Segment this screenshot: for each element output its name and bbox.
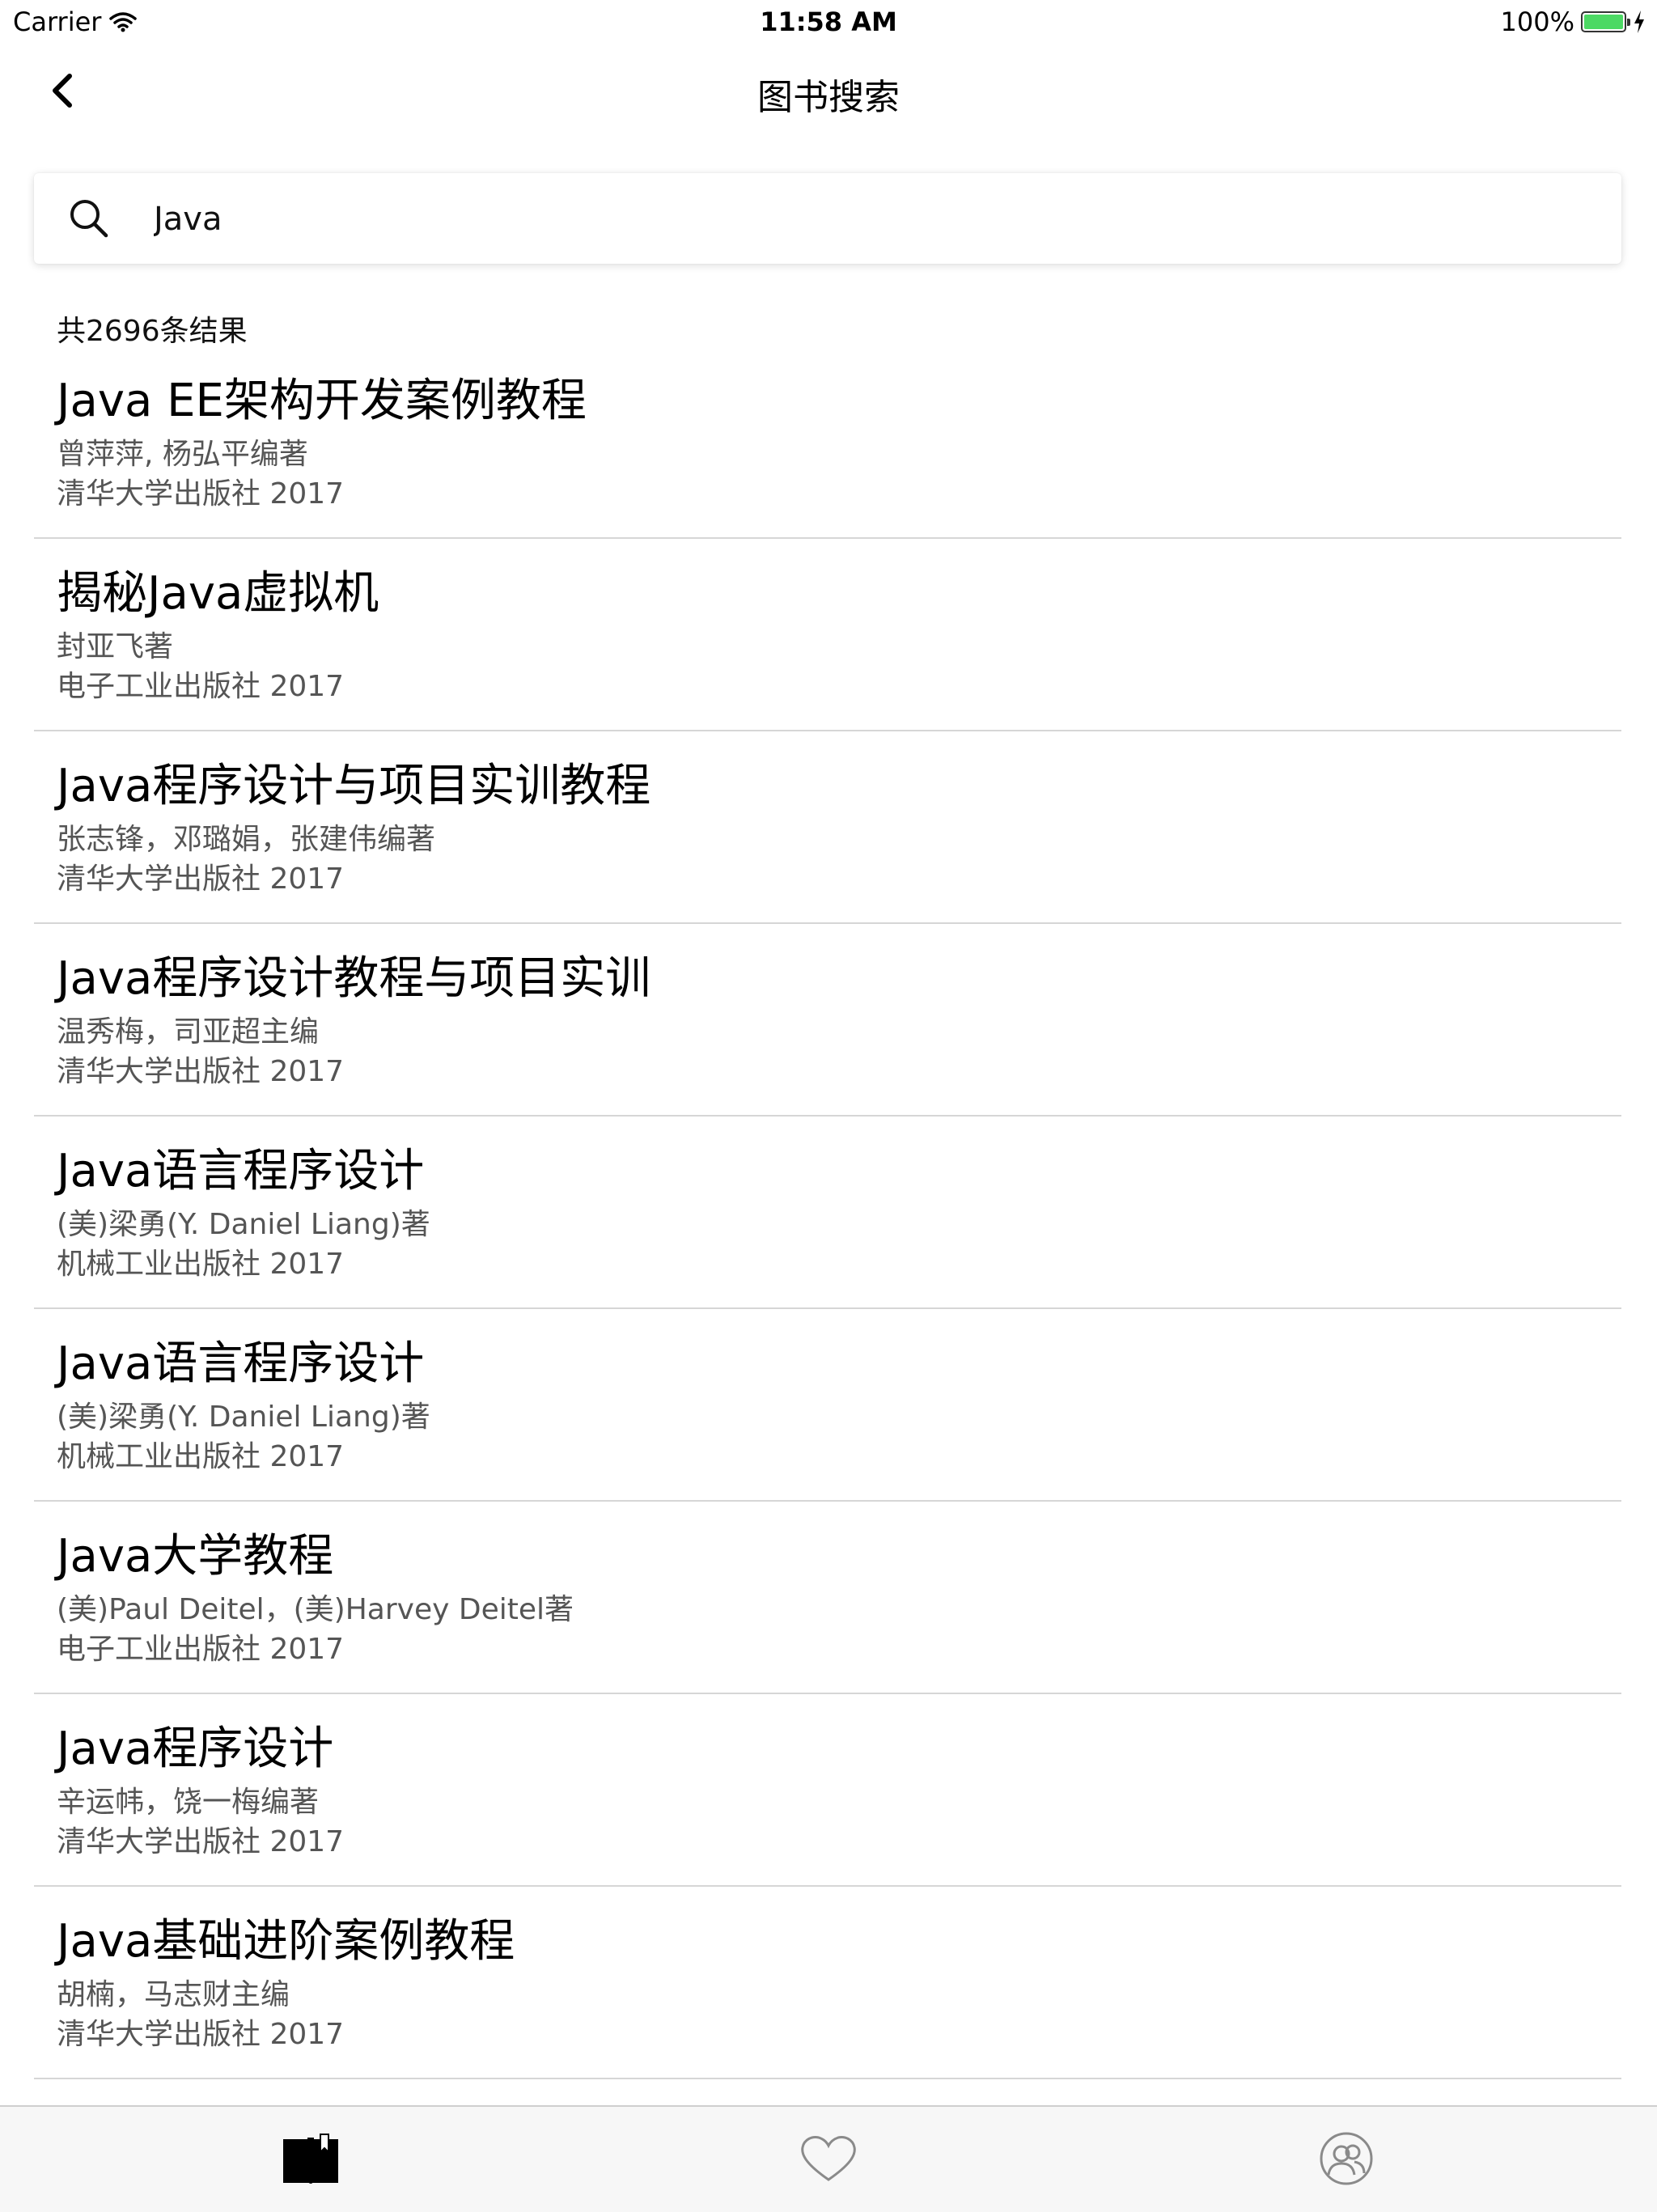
heart-icon [801, 2136, 856, 2181]
book-publisher: 机械工业出版社 2017 [57, 1248, 345, 1281]
book-publisher: 清华大学出版社 2017 [57, 1825, 345, 1858]
book-title: Java语言程序设计 [57, 1337, 425, 1390]
list-item[interactable]: Java程序设计 辛运帏，饶一梅编著 清华大学出版社 2017 [34, 1694, 1621, 1887]
book-publisher: 清华大学出版社 2017 [57, 862, 345, 896]
battery-indicator: 100% [1501, 6, 1646, 37]
book-title: Java程序设计与项目实训教程 [57, 760, 651, 812]
list-item[interactable]: 揭秘Java虚拟机 封亚飞著 电子工业出版社 2017 [34, 539, 1621, 731]
list-item[interactable]: Java大学教程 (美)Paul Deitel，(美)Harvey Deitel… [34, 1502, 1621, 1694]
list-item[interactable]: Java基础进阶案例教程 胡楠，马志财主编 清华大学出版社 2017 [34, 1887, 1621, 2079]
book-author: 曾萍萍, 杨弘平编著 [57, 438, 308, 471]
book-author: 胡楠，马志财主编 [57, 1978, 290, 2011]
book-title: 揭秘Java虚拟机 [57, 567, 379, 620]
tab-profile[interactable] [1314, 2129, 1379, 2188]
book-title: Java基础进阶案例教程 [57, 1915, 515, 1968]
book-author: (美)Paul Deitel，(美)Harvey Deitel著 [57, 1593, 574, 1626]
profile-icon [1320, 2132, 1373, 2185]
book-publisher: 电子工业出版社 2017 [57, 1633, 345, 1666]
book-title: Java EE架构开发案例教程 [57, 375, 587, 427]
list-item[interactable]: Java语言程序设计 (美)梁勇(Y. Daniel Liang)著 机械工业出… [34, 1309, 1621, 1502]
results-list: Java EE架构开发案例教程 曾萍萍, 杨弘平编著 清华大学出版社 2017 … [34, 346, 1621, 2079]
result-count: 共2696条结果 [57, 315, 248, 348]
status-bar: Carrier 11:58 AM 100% [0, 0, 1657, 45]
book-author: 张志锋，邓璐娟，张建伟编著 [57, 823, 436, 856]
list-item[interactable]: Java程序设计教程与项目实训 温秀梅，司亚超主编 清华大学出版社 2017 [34, 924, 1621, 1117]
tab-bar [0, 2105, 1657, 2212]
book-publisher: 清华大学出版社 2017 [57, 2018, 345, 2051]
book-author: 封亚飞著 [57, 630, 174, 663]
status-time: 11:58 AM [760, 6, 897, 37]
book-icon [283, 2134, 338, 2184]
list-item[interactable]: Java EE架构开发案例教程 曾萍萍, 杨弘平编著 清华大学出版社 2017 [34, 346, 1621, 539]
book-title: Java程序设计 [57, 1723, 334, 1775]
book-title: Java大学教程 [57, 1530, 334, 1583]
navigation-bar: 图书搜索 [0, 45, 1657, 136]
book-author: 温秀梅，司亚超主编 [57, 1015, 320, 1049]
book-publisher: 电子工业出版社 2017 [57, 670, 345, 703]
book-author: (美)梁勇(Y. Daniel Liang)著 [57, 1401, 430, 1434]
tab-favorites[interactable] [796, 2129, 861, 2188]
book-title: Java语言程序设计 [57, 1145, 425, 1197]
book-author: (美)梁勇(Y. Daniel Liang)著 [57, 1208, 430, 1241]
book-publisher: 清华大学出版社 2017 [57, 1055, 345, 1088]
list-item[interactable]: Java语言程序设计 (美)梁勇(Y. Daniel Liang)著 机械工业出… [34, 1117, 1621, 1309]
search-icon [70, 200, 108, 238]
battery-percent: 100% [1500, 6, 1574, 37]
charging-bolt-icon [1634, 11, 1644, 33]
book-title: Java程序设计教程与项目实训 [57, 952, 651, 1005]
list-item[interactable]: Java程序设计与项目实训教程 张志锋，邓璐娟，张建伟编著 清华大学出版社 20… [34, 731, 1621, 924]
battery-icon [1581, 11, 1630, 32]
search-input[interactable] [152, 191, 1596, 248]
book-publisher: 清华大学出版社 2017 [57, 477, 345, 511]
page-title: 图书搜索 [757, 77, 900, 118]
tab-books[interactable] [278, 2129, 343, 2188]
book-publisher: 机械工业出版社 2017 [57, 1440, 345, 1473]
book-author: 辛运帏，饶一梅编著 [57, 1786, 320, 1819]
search-bar [34, 173, 1621, 264]
